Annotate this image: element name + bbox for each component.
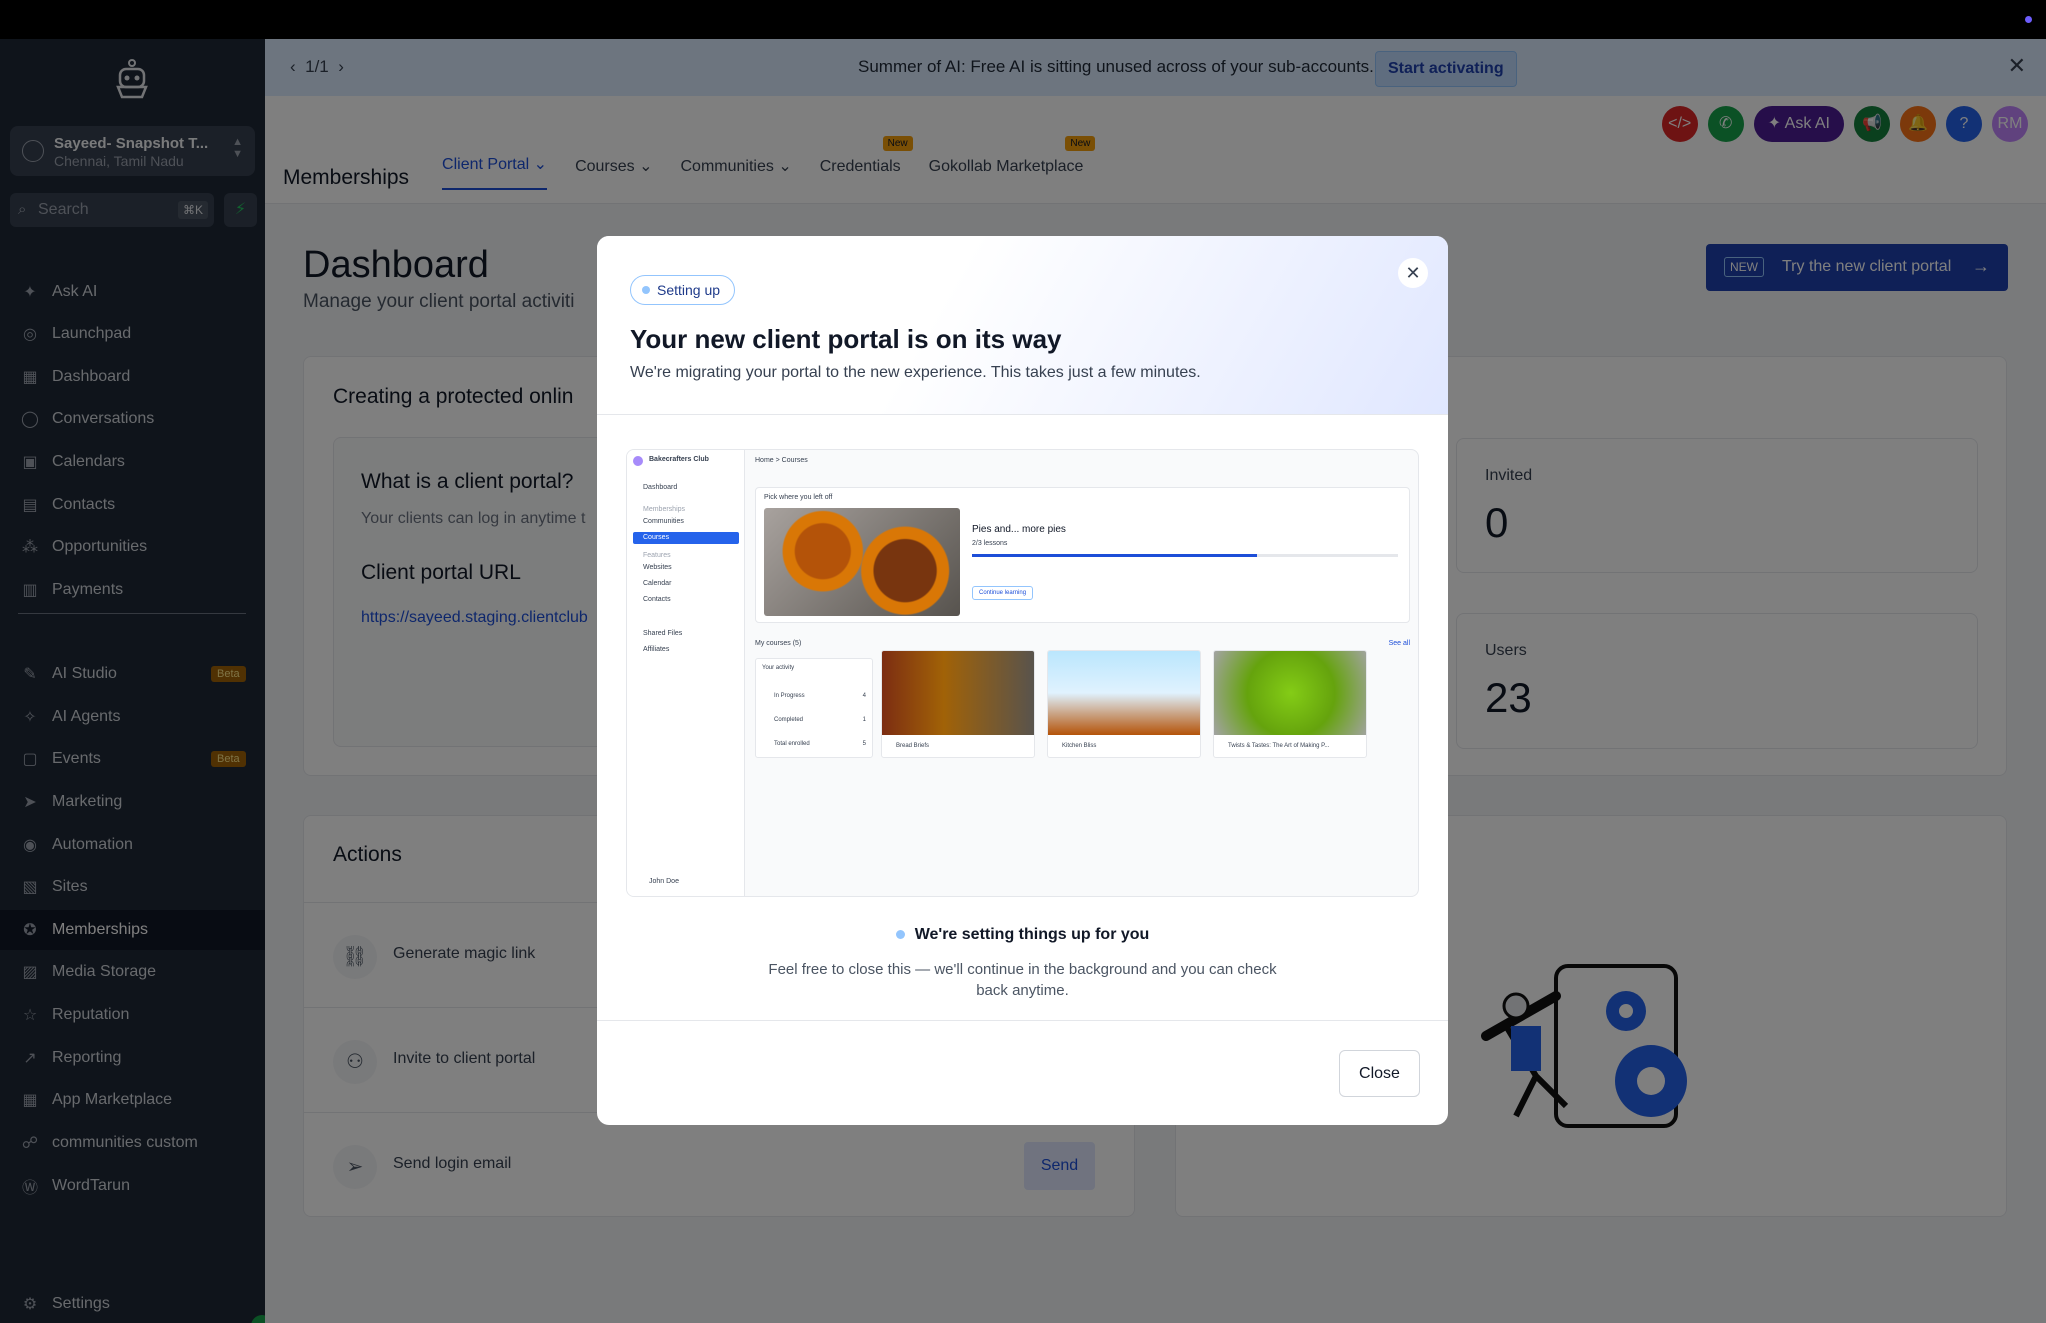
bread-image [882, 651, 1034, 735]
preview-course-name: Kitchen Bliss [1062, 743, 1097, 749]
modal-header: Setting up Your new client portal is on … [597, 236, 1448, 415]
modal-subtitle: We're migrating your portal to the new e… [630, 364, 1201, 381]
preview-side-item: Websites [643, 564, 672, 571]
kitchen-image [1048, 651, 1200, 735]
preview-activity-value: 4 [862, 693, 866, 699]
preview-side-item: Contacts [643, 596, 671, 603]
preview-progress-fill [972, 554, 1258, 557]
status-dot [895, 930, 905, 940]
preview-side-item: Dashboard [643, 484, 678, 491]
preview-side-item: Shared Files [643, 630, 683, 637]
migration-modal: Setting up Your new client portal is on … [597, 236, 1448, 1125]
os-top-bar [0, 0, 2046, 39]
preview-breadcrumb: Home > Courses [755, 457, 808, 464]
preview-activity-label: Total enrolled [774, 741, 810, 747]
pasta-image [1214, 651, 1366, 735]
preview-user: John Doe [649, 878, 679, 885]
preview-activity-label: Completed [774, 717, 804, 723]
preview-lessons: 2/3 lessons [972, 540, 1008, 547]
preview-side-item: Calendar [643, 580, 672, 587]
modal-title: Your new client portal is on its way [630, 324, 1062, 354]
preview-hero: Pick where you left off Pies and... more… [755, 487, 1410, 623]
status-dot [2025, 16, 2032, 23]
close-icon[interactable]: ✕ [1398, 258, 1428, 288]
preview-course-title: Pies and... more pies [972, 524, 1066, 535]
preview-course-name: Bread Briefs [896, 743, 930, 749]
preview-logo-icon [633, 456, 643, 466]
preview-activity-value: 1 [862, 717, 866, 723]
preview-activity-value: 5 [862, 741, 866, 747]
preview-activity-label: In Progress [774, 693, 805, 699]
preview-sidebar: Bakecrafters Club Dashboard Memberships … [627, 450, 745, 896]
setup-description: Feel free to close this — we'll continue… [768, 961, 1277, 999]
setup-status-text: We're setting things up for you [914, 926, 1150, 943]
preview-side-item: Courses [633, 532, 739, 544]
preview-resume-label: Pick where you left off [764, 494, 833, 501]
preview-activity: Your activity In Progress 4 Completed 1 To… [755, 658, 873, 758]
preview-course-card: Twists & Tastes: The Art of Making P... [1213, 650, 1367, 758]
setup-status: We're setting things up for you [597, 926, 1448, 944]
preview-course-card: Kitchen Bliss [1047, 650, 1201, 758]
preview-activity-title: Your activity [762, 665, 795, 671]
preview-my-courses: My courses (5) [755, 640, 802, 647]
preview-club-name: Bakecrafters Club [649, 456, 709, 463]
portal-preview-image: Bakecrafters Club Dashboard Memberships … [626, 449, 1419, 897]
preview-side-item: Affiliates [643, 646, 670, 653]
pie-image [764, 508, 960, 616]
modal-footer: Close [597, 1020, 1448, 1125]
preview-course-name: Twists & Tastes: The Art of Making P... [1228, 743, 1330, 749]
preview-side-item: Features [643, 552, 671, 559]
preview-side-item: Memberships [643, 506, 686, 513]
status-pill: Setting up [630, 275, 736, 305]
preview-see-all: See all [1388, 640, 1410, 647]
preview-continue-button: Continue learning [972, 586, 1034, 600]
preview-progress-track [972, 554, 1398, 557]
preview-course-card: Bread Briefs [881, 650, 1035, 758]
preview-main: Home > Courses Pick where you left off P… [745, 450, 1418, 896]
preview-side-item: Communities [643, 518, 684, 525]
close-button[interactable]: Close [1339, 1050, 1420, 1097]
